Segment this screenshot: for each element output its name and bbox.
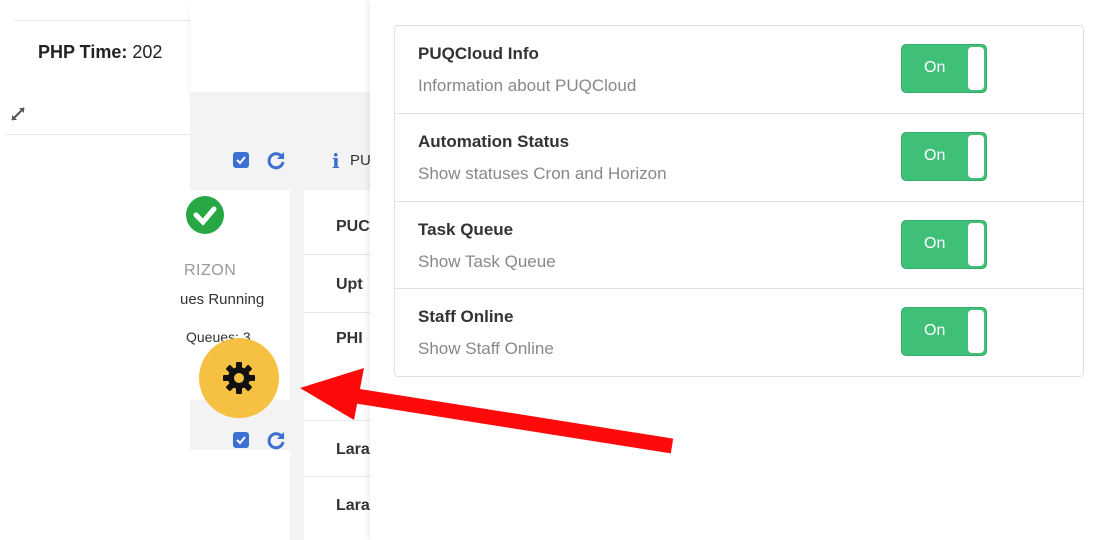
info-row-label: PHI (336, 330, 363, 347)
toggle-knob (968, 135, 984, 178)
item-title: Task Queue (418, 220, 514, 239)
php-time-label: PHP Time: (38, 42, 128, 62)
info-row-label: Lara (336, 441, 370, 458)
toggle-label: On (924, 59, 946, 76)
list-item: Automation Status Show statuses Cron and… (395, 113, 1083, 201)
top-strip (190, 0, 370, 92)
toggle-label: On (924, 322, 946, 339)
widget-settings-button[interactable] (199, 338, 279, 418)
check-circle-icon (186, 196, 224, 234)
item-title: Staff Online (418, 307, 514, 326)
row-divider (304, 312, 370, 313)
item-description: Information about PUQCloud (418, 76, 637, 95)
horizon-status-title: RIZON (184, 262, 237, 279)
php-time-card: PHP Time: 202 (6, 0, 190, 135)
toggle-label: On (924, 147, 946, 164)
info-row-label: PUC (336, 218, 370, 235)
gray-band (190, 92, 370, 136)
checkbox-icon-2[interactable] (233, 432, 249, 448)
info-row-label: Lara (336, 497, 370, 514)
toggle-knob (968, 310, 984, 353)
item-title: Automation Status (418, 132, 570, 151)
column-gutter (290, 134, 304, 540)
widget-toggle-list: PUQCloud Info Information about PUQCloud… (394, 25, 1084, 377)
php-time-text: PHP Time: 202 (38, 42, 162, 63)
item-description: Show Task Queue (418, 252, 556, 271)
gear-icon (223, 362, 255, 394)
toggle-knob (968, 223, 984, 266)
item-description: Show Staff Online (418, 339, 554, 358)
list-item: Staff Online Show Staff Online On (395, 288, 1083, 376)
item-title: PUQCloud Info (418, 44, 539, 63)
toggle-label: On (924, 235, 946, 252)
info-icon: i (332, 149, 340, 173)
refresh-icon[interactable] (265, 149, 287, 171)
php-time-value: 202 (132, 42, 163, 62)
toggle-automation-status[interactable]: On (901, 132, 987, 181)
toggle-task-queue[interactable]: On (901, 220, 987, 269)
info-widget-title: PU (350, 152, 371, 169)
toggle-staff-online[interactable]: On (901, 307, 987, 356)
row-divider (304, 476, 370, 477)
list-item: PUQCloud Info Information about PUQCloud… (395, 26, 1083, 113)
checkbox-icon[interactable] (233, 152, 249, 168)
toggle-knob (968, 47, 984, 90)
row-divider (304, 420, 370, 421)
row-divider (304, 254, 370, 255)
refresh-icon-2[interactable] (265, 429, 287, 451)
item-description: Show statuses Cron and Horizon (418, 164, 667, 183)
toggle-puqcloud-info[interactable]: On (901, 44, 987, 93)
expand-icon[interactable] (10, 106, 26, 122)
list-item: Task Queue Show Task Queue On (395, 201, 1083, 289)
info-row-label: Upt (336, 276, 363, 293)
card-divider (14, 20, 190, 21)
horizon-running-text: ues Running (180, 291, 265, 308)
widget-settings-panel: PUQCloud Info Information about PUQCloud… (370, 0, 1096, 540)
